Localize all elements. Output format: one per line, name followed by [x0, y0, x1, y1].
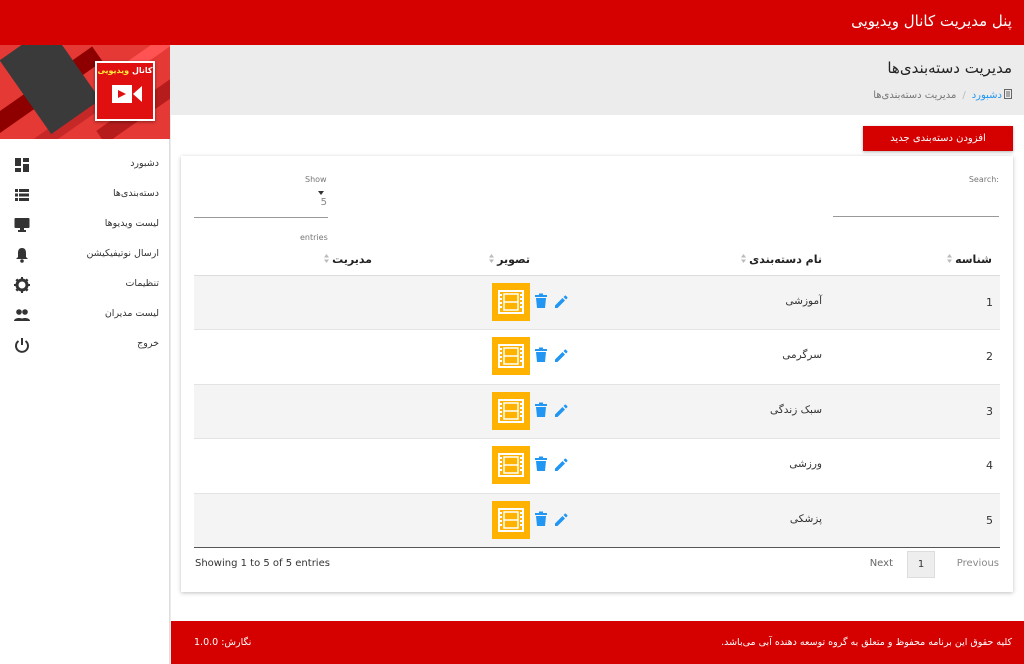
edit-icon[interactable]: [553, 294, 569, 310]
film-icon: [498, 344, 524, 369]
footer: کلیه حقوق این برنامه محفوظ و متعلق به گر…: [171, 621, 1024, 664]
pagination: Previous 1 Next: [829, 551, 999, 578]
top-header: پنل مدیریت کانال ویدیویی: [0, 0, 1024, 45]
table-row: 5 پزشکی: [194, 493, 1000, 548]
row-id: 2: [986, 350, 993, 364]
film-icon: [498, 507, 524, 532]
list-icon: [15, 189, 29, 201]
sidebar-item-videos[interactable]: لیست ویدیوها: [0, 210, 170, 240]
power-icon: [15, 338, 29, 353]
categories-table: شناسه نام دسته‌بندی تصویر مدیریت 1 آموزش…: [194, 244, 1000, 548]
row-id: 1: [986, 296, 993, 309]
row-name: آموزشی: [785, 295, 822, 307]
sidebar-nav: دشبورد دسته‌بندی‌ها لیست ویدیوها ارسال ن…: [0, 150, 170, 360]
table-header: شناسه نام دسته‌بندی تصویر مدیریت: [194, 244, 1000, 276]
sidebar-item-categories[interactable]: دسته‌بندی‌ها: [0, 180, 170, 210]
monitor-icon: [14, 218, 30, 232]
column-header-name[interactable]: نام دسته‌بندی: [741, 253, 822, 266]
document-icon: [1004, 89, 1012, 99]
caret-down-icon: [318, 191, 324, 195]
film-icon: [498, 453, 524, 478]
breadcrumb-current: مدیریت دسته‌بندی‌ها: [873, 90, 957, 101]
sort-icon: [489, 254, 495, 263]
sidebar-item-label: لیست ویدیوها: [104, 218, 159, 229]
sidebar-item-label: تنظیمات: [125, 278, 159, 289]
sidebar-item-label: خروج: [137, 338, 159, 349]
row-id: 3: [986, 404, 993, 418]
page-header: مدیریت دسته‌بندی‌ها دشبورد / مدیریت دسته‌ب…: [171, 45, 1024, 115]
categories-card: Search: Show 5 entries شناسه نام دسته‌بن…: [181, 156, 1013, 592]
table-info: Showing 1 to 5 of 5 entries: [195, 558, 330, 569]
sidebar-item-label: دسته‌بندی‌ها: [113, 188, 159, 199]
app-title: پنل مدیریت کانال ویدیویی: [851, 12, 1012, 30]
row-id: 4: [986, 459, 993, 473]
entries-label: entries: [300, 233, 328, 242]
previous-page-button[interactable]: Previous: [947, 558, 999, 569]
row-name: پزشکی: [789, 512, 822, 525]
page-length-select[interactable]: 5: [194, 186, 328, 218]
sidebar-item-admins[interactable]: لیست مدیران: [0, 300, 170, 330]
breadcrumb: دشبورد / مدیریت دسته‌بندی‌ها: [873, 89, 1012, 101]
logo-text: کانال ویدیویی: [97, 66, 153, 75]
film-icon: [498, 398, 524, 423]
bell-icon: [16, 248, 28, 263]
edit-icon[interactable]: [553, 348, 569, 364]
version-text: نگارش: 1.0.0: [194, 637, 252, 648]
edit-icon[interactable]: [553, 457, 569, 473]
sidebar-item-settings[interactable]: تنظیمات: [0, 270, 170, 300]
category-thumbnail: [492, 391, 530, 430]
search-input[interactable]: [833, 216, 999, 217]
search-label: Search:: [968, 175, 999, 184]
video-camera-icon: [112, 85, 142, 103]
table-row: 1 آموزشی: [194, 276, 1000, 331]
breadcrumb-home-link[interactable]: دشبورد: [972, 90, 1002, 101]
sidebar-banner: کانال ویدیویی: [0, 45, 170, 139]
next-page-button[interactable]: Next: [853, 558, 893, 569]
show-label: Show: [305, 175, 327, 184]
logo: کانال ویدیویی: [95, 61, 155, 121]
gear-icon: [14, 277, 30, 293]
delete-icon[interactable]: [534, 347, 548, 363]
delete-icon[interactable]: [534, 456, 548, 472]
column-header-image[interactable]: تصویر: [489, 253, 530, 266]
sidebar-item-notification[interactable]: ارسال نوتیفیکیشن: [0, 240, 170, 270]
delete-icon[interactable]: [534, 293, 548, 309]
sidebar-item-label: ارسال نوتیفیکیشن: [86, 248, 159, 259]
column-header-id[interactable]: شناسه: [947, 253, 992, 266]
table-row: 4 ورزشی: [194, 439, 1000, 494]
sidebar-item-label: لیست مدیران: [104, 308, 159, 319]
page-length-value: 5: [320, 197, 327, 208]
sort-icon: [741, 254, 747, 263]
page-1-button[interactable]: 1: [907, 551, 935, 578]
row-id: 5: [986, 513, 993, 527]
film-icon: [498, 290, 524, 314]
row-name: ورزشی: [789, 458, 822, 471]
sidebar-item-dashboard[interactable]: دشبورد: [0, 150, 170, 180]
users-icon: [14, 309, 30, 321]
category-thumbnail: [492, 500, 530, 539]
copyright-text: کلیه حقوق این برنامه محفوظ و متعلق به گر…: [721, 637, 1012, 648]
edit-icon[interactable]: [553, 512, 569, 528]
sidebar-item-label: دشبورد: [130, 158, 159, 169]
column-header-manage[interactable]: مدیریت: [324, 253, 372, 266]
add-category-button[interactable]: افزودن دسته‌بندی جدید: [863, 126, 1013, 151]
page-title: مدیریت دسته‌بندی‌ها: [887, 59, 1012, 77]
row-name: سرگرمی: [782, 349, 822, 362]
category-thumbnail: [492, 283, 530, 321]
delete-icon[interactable]: [534, 402, 548, 418]
sidebar: کانال ویدیویی دشبورد دسته‌بندی‌ها لیست و…: [0, 45, 170, 664]
table-row: 2 سرگرمی: [194, 330, 1000, 385]
edit-icon[interactable]: [553, 403, 569, 419]
table-row: 3 سبک زندگی: [194, 384, 1000, 440]
category-thumbnail: [492, 446, 530, 485]
sort-icon: [947, 254, 953, 263]
sidebar-item-logout[interactable]: خروج: [0, 330, 170, 360]
row-name: سبک زندگی: [770, 403, 822, 416]
delete-icon[interactable]: [534, 511, 548, 527]
category-thumbnail: [492, 337, 530, 376]
breadcrumb-separator: /: [962, 90, 966, 101]
dashboard-icon: [15, 158, 29, 172]
sort-icon: [324, 254, 330, 263]
